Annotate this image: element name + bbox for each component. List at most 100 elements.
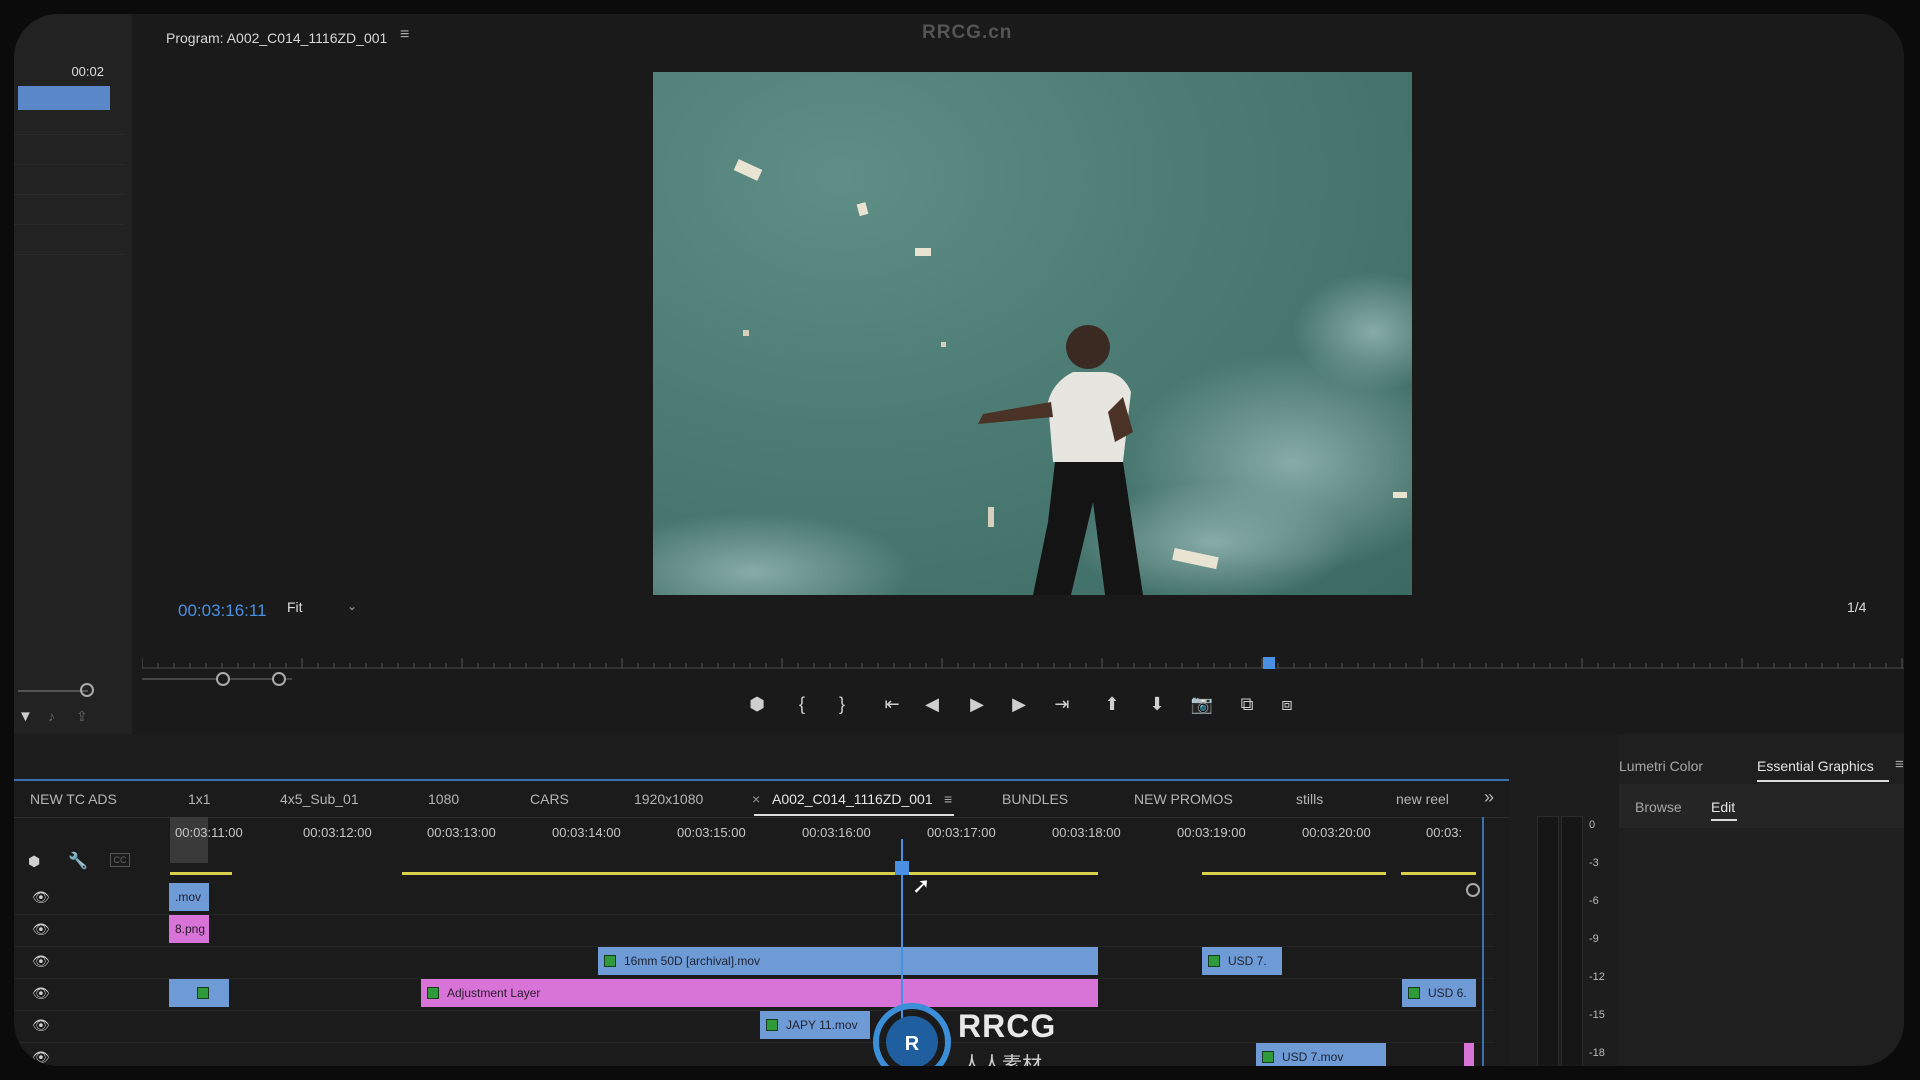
clip[interactable]: USD 7. — [1202, 947, 1282, 975]
ruler-label: 00:03:20:00 — [1302, 825, 1371, 840]
audio-icon[interactable]: ♪ — [48, 708, 55, 724]
step-back-button[interactable]: ◀ — [917, 689, 947, 719]
tab-lumetri-color[interactable]: Lumetri Color — [1619, 758, 1703, 774]
program-scrubber[interactable] — [141, 654, 1904, 672]
in-out-range — [1202, 872, 1386, 875]
eye-icon[interactable]: 👁 — [32, 1049, 52, 1065]
tabs-overflow-icon[interactable]: » — [1484, 787, 1494, 808]
clip[interactable]: USD 7.mov — [1256, 1043, 1386, 1066]
tab-1920x1080[interactable]: 1920x1080 — [634, 791, 703, 807]
proxy-toggle-button[interactable]: ⧈ — [1272, 689, 1302, 719]
tab-4x5-sub-01[interactable]: 4x5_Sub_01 — [280, 791, 359, 807]
track-v4: 👁 16mm 50D [archival].mov USD 7. — [14, 947, 1494, 979]
tab-a002-c014[interactable]: A002_C014_1116ZD_001 — [772, 791, 933, 807]
ruler-label: 00:03: — [1426, 825, 1463, 840]
marker-icon[interactable]: ⬢ — [28, 853, 40, 870]
ruler-label: 00:03:15:00 — [677, 825, 746, 840]
source-strip: 00:02 ▼ ♪ ⇪ — [14, 14, 133, 734]
step-forward-button[interactable]: ▶ — [1004, 689, 1034, 719]
tab-browse[interactable]: Browse — [1635, 799, 1682, 815]
meter-label: -15 — [1589, 1009, 1605, 1021]
zoom-bar-start-handle[interactable] — [216, 672, 230, 686]
clip[interactable]: .mov — [169, 883, 209, 911]
tab-essential-graphics[interactable]: Essential Graphics — [1757, 758, 1874, 774]
mark-in-button[interactable]: { — [787, 689, 817, 719]
captions-icon[interactable]: CC — [110, 853, 130, 867]
mini-clip-block[interactable] — [18, 86, 110, 110]
app-window: 00:02 ▼ ♪ ⇪ Program: A002_C014_1116ZD_00… — [14, 14, 1904, 1066]
program-timecode[interactable]: 00:03:16:11 — [178, 601, 267, 621]
zoom-bar-end-handle[interactable] — [272, 672, 286, 686]
meter-label: -18 — [1589, 1047, 1605, 1059]
tab-1080[interactable]: 1080 — [428, 791, 459, 807]
clip[interactable] — [169, 979, 229, 1007]
clip-label: USD 6. — [1428, 986, 1467, 1000]
export-frame-button[interactable]: 📷 — [1187, 689, 1217, 719]
eye-icon[interactable]: 👁 — [32, 953, 52, 969]
active-tab-underline — [1757, 780, 1889, 782]
eye-icon[interactable]: 👁 — [32, 921, 52, 937]
meter-label: -9 — [1589, 933, 1599, 945]
tab-edit[interactable]: Edit — [1711, 799, 1735, 815]
tab-bundles[interactable]: BUNDLES — [1002, 791, 1068, 807]
go-to-in-button[interactable]: ⇤ — [877, 689, 907, 719]
clip[interactable] — [1464, 1043, 1474, 1066]
zoom-select[interactable]: Fit ⌄ — [287, 599, 363, 621]
clip-label: USD 7.mov — [1282, 1050, 1344, 1064]
tab-cars[interactable]: CARS — [530, 791, 569, 807]
mini-ruler[interactable]: 00:02 — [18, 64, 110, 87]
wrench-icon[interactable]: 🔧 — [68, 851, 88, 871]
resolution-select[interactable]: 1/4 ⌄ — [1847, 599, 1904, 621]
extract-button[interactable]: ⬇ — [1142, 689, 1172, 719]
tab-new-tc-ads[interactable]: NEW TC ADS — [30, 791, 117, 807]
mouse-cursor-icon: ➚ — [912, 873, 931, 898]
meter-label: -3 — [1589, 857, 1599, 869]
tab-new-reel[interactable]: new reel — [1396, 791, 1449, 807]
zoom-select-value: Fit — [287, 599, 303, 615]
ruler-label: 00:03:11:00 — [175, 825, 243, 840]
comparison-view-button[interactable]: ⧉ — [1232, 689, 1262, 719]
tab-menu-icon[interactable]: ≡ — [944, 791, 952, 807]
hamburger-icon[interactable]: ≡ — [400, 26, 409, 44]
meter-left-channel — [1537, 816, 1559, 1066]
zoom-slider-track[interactable] — [18, 690, 88, 692]
close-icon[interactable]: × — [752, 791, 760, 807]
eye-icon[interactable]: 👁 — [32, 1017, 52, 1033]
watermark: RRCG.cn — [922, 22, 1013, 43]
clip[interactable]: USD 6. — [1402, 979, 1476, 1007]
fx-badge-icon — [1262, 1051, 1274, 1063]
in-out-range — [402, 872, 1098, 875]
add-marker-button[interactable]: ⬢ — [742, 689, 772, 719]
tab-1x1[interactable]: 1x1 — [188, 791, 211, 807]
fx-badge-icon — [197, 987, 209, 999]
zoom-slider-handle[interactable] — [80, 683, 94, 697]
time-ruler[interactable]: 00:03:11:00 00:03:12:00 00:03:13:00 00:0… — [169, 821, 1489, 861]
tab-stills[interactable]: stills — [1296, 791, 1323, 807]
clip[interactable]: JAPY 11.mov — [760, 1011, 870, 1039]
filter-icon[interactable]: ▼ — [18, 708, 33, 725]
ruler-label: 00:03:19:00 — [1177, 825, 1246, 840]
lift-button[interactable]: ⬆ — [1097, 689, 1127, 719]
play-button[interactable]: ▶ — [962, 689, 992, 719]
mark-out-button[interactable]: } — [827, 689, 857, 719]
clip-label: .mov — [175, 890, 202, 904]
clip[interactable]: 16mm 50D [archival].mov — [598, 947, 1098, 975]
panel-menu-icon[interactable]: ≡ — [1895, 756, 1904, 773]
go-to-out-button[interactable]: ⇥ — [1047, 689, 1077, 719]
mini-timecode: 00:02 — [71, 64, 104, 79]
vertical-zoom-handle[interactable] — [1466, 883, 1480, 897]
tab-new-promos[interactable]: NEW PROMOS — [1134, 791, 1233, 807]
fx-badge-icon — [1408, 987, 1420, 999]
chevron-down-icon: ⌄ — [346, 599, 357, 613]
eye-icon[interactable]: 👁 — [32, 985, 52, 1001]
fx-badge-icon — [1208, 955, 1220, 967]
logo-watermark: R RRCG 人人素材 — [872, 1002, 1102, 1066]
eye-icon[interactable]: 👁 — [32, 889, 52, 905]
logo-letters: RRCG — [958, 1008, 1057, 1044]
fx-badge-icon — [766, 1019, 778, 1031]
export-icon[interactable]: ⇪ — [76, 708, 88, 725]
transport-controls: ⬢ {} ⇤ ◀ ▶ ▶ ⇥ ⬆ ⬇ 📷 ⧉ ⧈ — [742, 689, 1302, 729]
meter-label: -12 — [1589, 971, 1605, 983]
timeline-panel: NEW TC ADS 1x1 4x5_Sub_01 1080 CARS 1920… — [14, 779, 1509, 1066]
clip[interactable]: 8.png — [169, 915, 209, 943]
